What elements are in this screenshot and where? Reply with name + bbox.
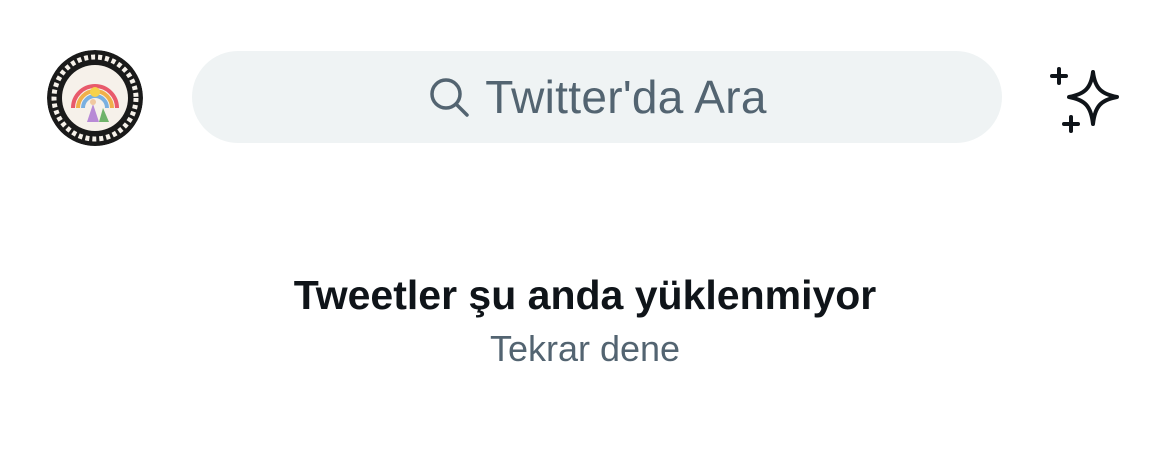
search-icon	[427, 75, 471, 119]
retry-button[interactable]: Tekrar dene	[490, 328, 680, 369]
top-header: Twitter'da Ara	[0, 0, 1170, 190]
search-bar[interactable]: Twitter'da Ara	[192, 51, 1002, 143]
search-placeholder: Twitter'da Ara	[485, 71, 767, 123]
sparkle-icon[interactable]	[1049, 66, 1123, 134]
avatar[interactable]	[47, 50, 143, 146]
profile-avatar-icon	[47, 50, 143, 146]
error-title: Tweetler şu anda yüklenmiyor	[293, 272, 877, 318]
page: Twitter'da Ara Tweetler şu anda yüklenmi…	[0, 0, 1170, 471]
retry-container: Tekrar dene	[0, 328, 1170, 370]
